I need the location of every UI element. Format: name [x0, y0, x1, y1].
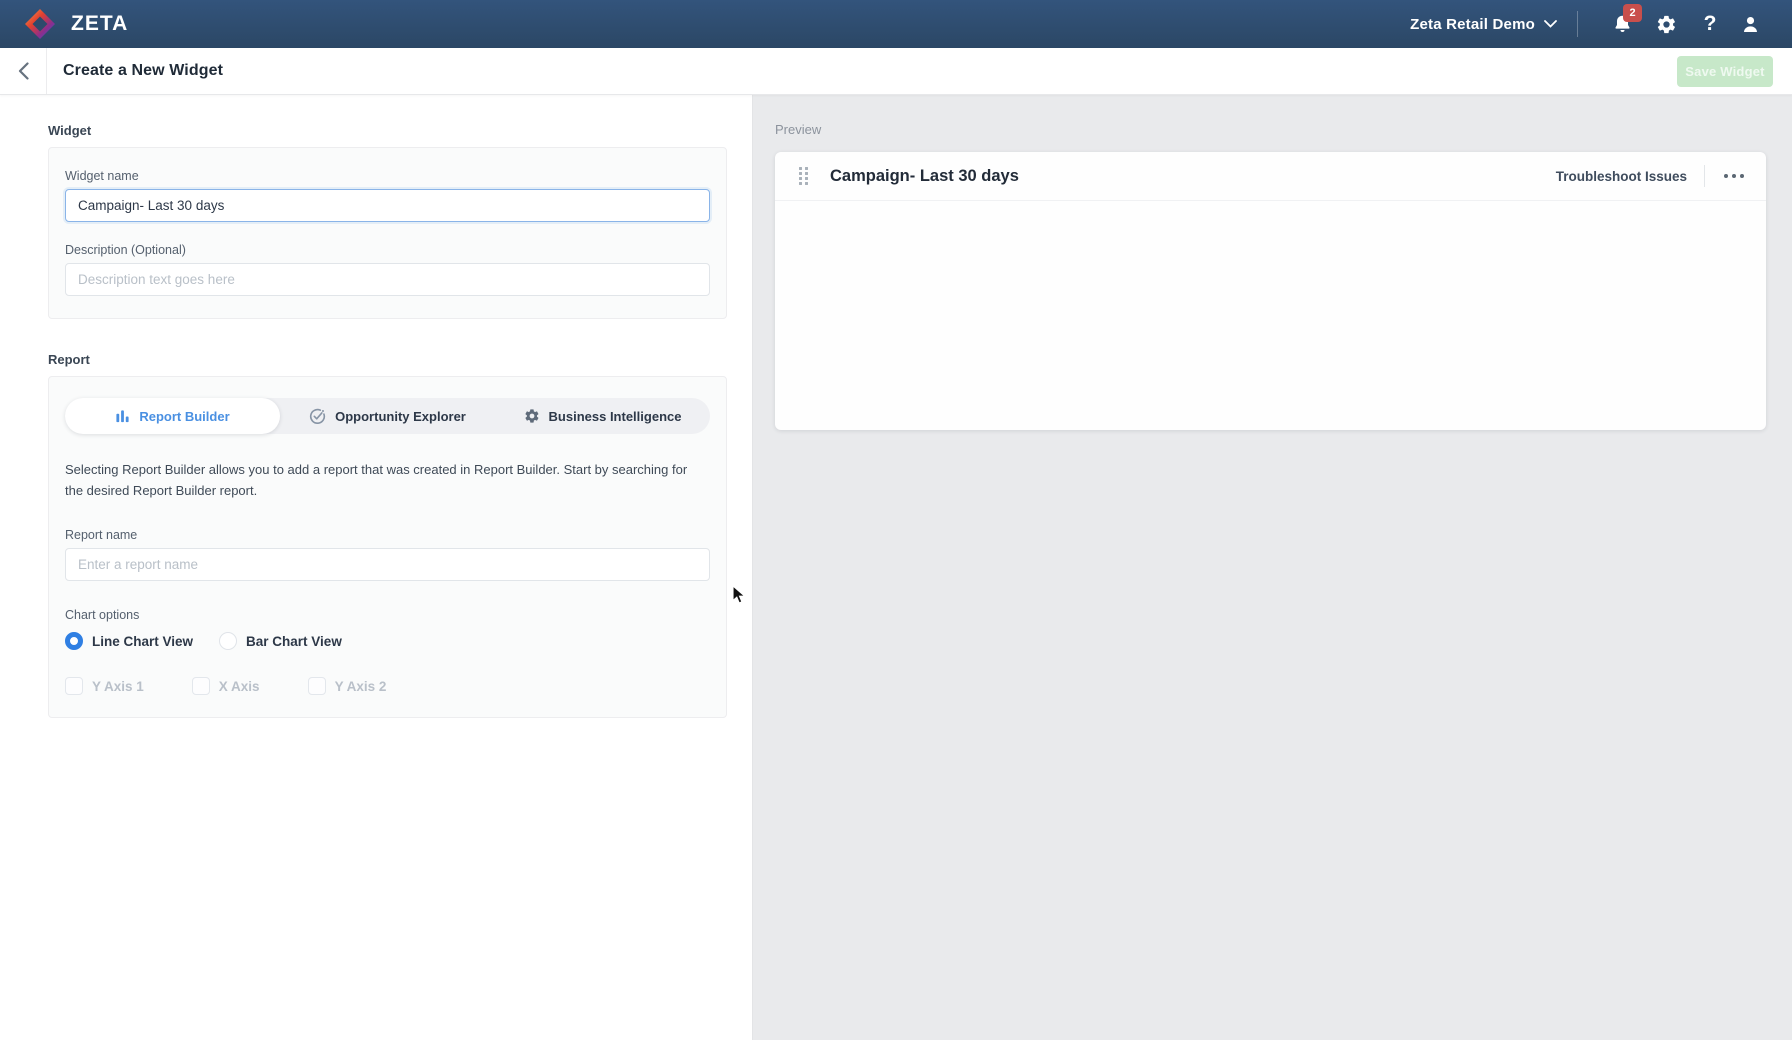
chevron-down-icon [1544, 20, 1557, 28]
report-name-label: Report name [65, 528, 710, 542]
save-widget-button[interactable]: Save Widget [1677, 56, 1773, 87]
checkbox-label: X Axis [219, 679, 260, 694]
radio-label: Line Chart View [92, 634, 193, 649]
page-header: Create a New Widget Save Widget [0, 48, 1792, 95]
preview-widget-card: Campaign- Last 30 days Troubleshoot Issu… [775, 152, 1766, 430]
opportunity-target-icon [309, 408, 326, 425]
chevron-left-icon [18, 62, 29, 80]
preview-label: Preview [775, 122, 1767, 137]
widget-name-input[interactable] [65, 189, 710, 222]
radio-line-chart-view[interactable]: Line Chart View [65, 632, 193, 650]
chart-options-label: Chart options [65, 608, 710, 622]
preview-card-body [775, 201, 1766, 430]
checkbox-icon [192, 677, 210, 695]
account-switcher[interactable]: Zeta Retail Demo [1410, 16, 1557, 33]
report-helper-text: Selecting Report Builder allows you to a… [65, 460, 710, 501]
question-mark-icon: ? [1704, 12, 1717, 36]
checkbox-label: Y Axis 1 [92, 679, 144, 694]
report-name-input[interactable] [65, 548, 710, 581]
drag-handle-icon[interactable] [799, 167, 808, 185]
radio-selected-icon [65, 632, 83, 650]
preview-card-title: Campaign- Last 30 days [830, 167, 1019, 186]
report-card: Report Builder Opportunity Explorer Busi… [48, 376, 727, 718]
tab-label: Opportunity Explorer [335, 409, 466, 424]
report-section-label: Report [48, 352, 727, 367]
more-options-icon[interactable] [1722, 170, 1746, 182]
back-button[interactable] [0, 48, 47, 94]
gear-icon [1656, 14, 1677, 35]
troubleshoot-issues-link[interactable]: Troubleshoot Issues [1556, 169, 1687, 184]
tab-opportunity-explorer[interactable]: Opportunity Explorer [280, 398, 495, 434]
checkbox-icon [65, 677, 83, 695]
settings-button[interactable] [1644, 14, 1688, 35]
user-icon [1740, 14, 1761, 35]
tab-report-builder[interactable]: Report Builder [65, 398, 280, 434]
notification-badge: 2 [1623, 4, 1642, 22]
user-menu-button[interactable] [1732, 14, 1768, 35]
radio-label: Bar Chart View [246, 634, 342, 649]
zeta-diamond-icon [23, 7, 57, 41]
checkbox-x-axis[interactable]: X Axis [192, 677, 260, 695]
checkbox-y-axis-1[interactable]: Y Axis 1 [65, 677, 144, 695]
preview-card-header: Campaign- Last 30 days Troubleshoot Issu… [775, 152, 1766, 201]
radio-unselected-icon [219, 632, 237, 650]
checkbox-y-axis-2[interactable]: Y Axis 2 [308, 677, 387, 695]
notifications-button[interactable]: 2 [1600, 13, 1644, 35]
tab-label: Report Builder [139, 409, 229, 424]
chart-type-radio-row: Line Chart View Bar Chart View [65, 632, 710, 650]
checkbox-label: Y Axis 2 [335, 679, 387, 694]
bar-chart-icon [115, 409, 130, 424]
page-title: Create a New Widget [63, 62, 223, 80]
action-divider [1704, 165, 1705, 187]
description-input[interactable] [65, 263, 710, 296]
tab-label: Business Intelligence [549, 409, 682, 424]
widget-section-label: Widget [48, 123, 727, 138]
nav-divider [1577, 11, 1578, 37]
widget-name-label: Widget name [65, 169, 710, 183]
description-label: Description (Optional) [65, 243, 710, 257]
brand-wordmark: ZETA [71, 12, 128, 36]
account-name: Zeta Retail Demo [1410, 16, 1535, 33]
report-source-tabs: Report Builder Opportunity Explorer Busi… [65, 398, 710, 434]
widget-card: Widget name Description (Optional) [48, 147, 727, 319]
checkbox-icon [308, 677, 326, 695]
help-button[interactable]: ? [1688, 12, 1732, 36]
gear-icon [524, 408, 540, 424]
tab-business-intelligence[interactable]: Business Intelligence [495, 398, 710, 434]
top-navbar: ZETA Zeta Retail Demo 2 ? [0, 0, 1792, 48]
widget-form-panel: Widget Widget name Description (Optional… [0, 95, 753, 1040]
preview-panel: Preview Campaign- Last 30 days Troublesh… [753, 95, 1792, 1040]
radio-bar-chart-view[interactable]: Bar Chart View [219, 632, 342, 650]
axis-checkbox-row: Y Axis 1 X Axis Y Axis 2 [65, 677, 710, 695]
zeta-logo[interactable]: ZETA [23, 7, 128, 41]
